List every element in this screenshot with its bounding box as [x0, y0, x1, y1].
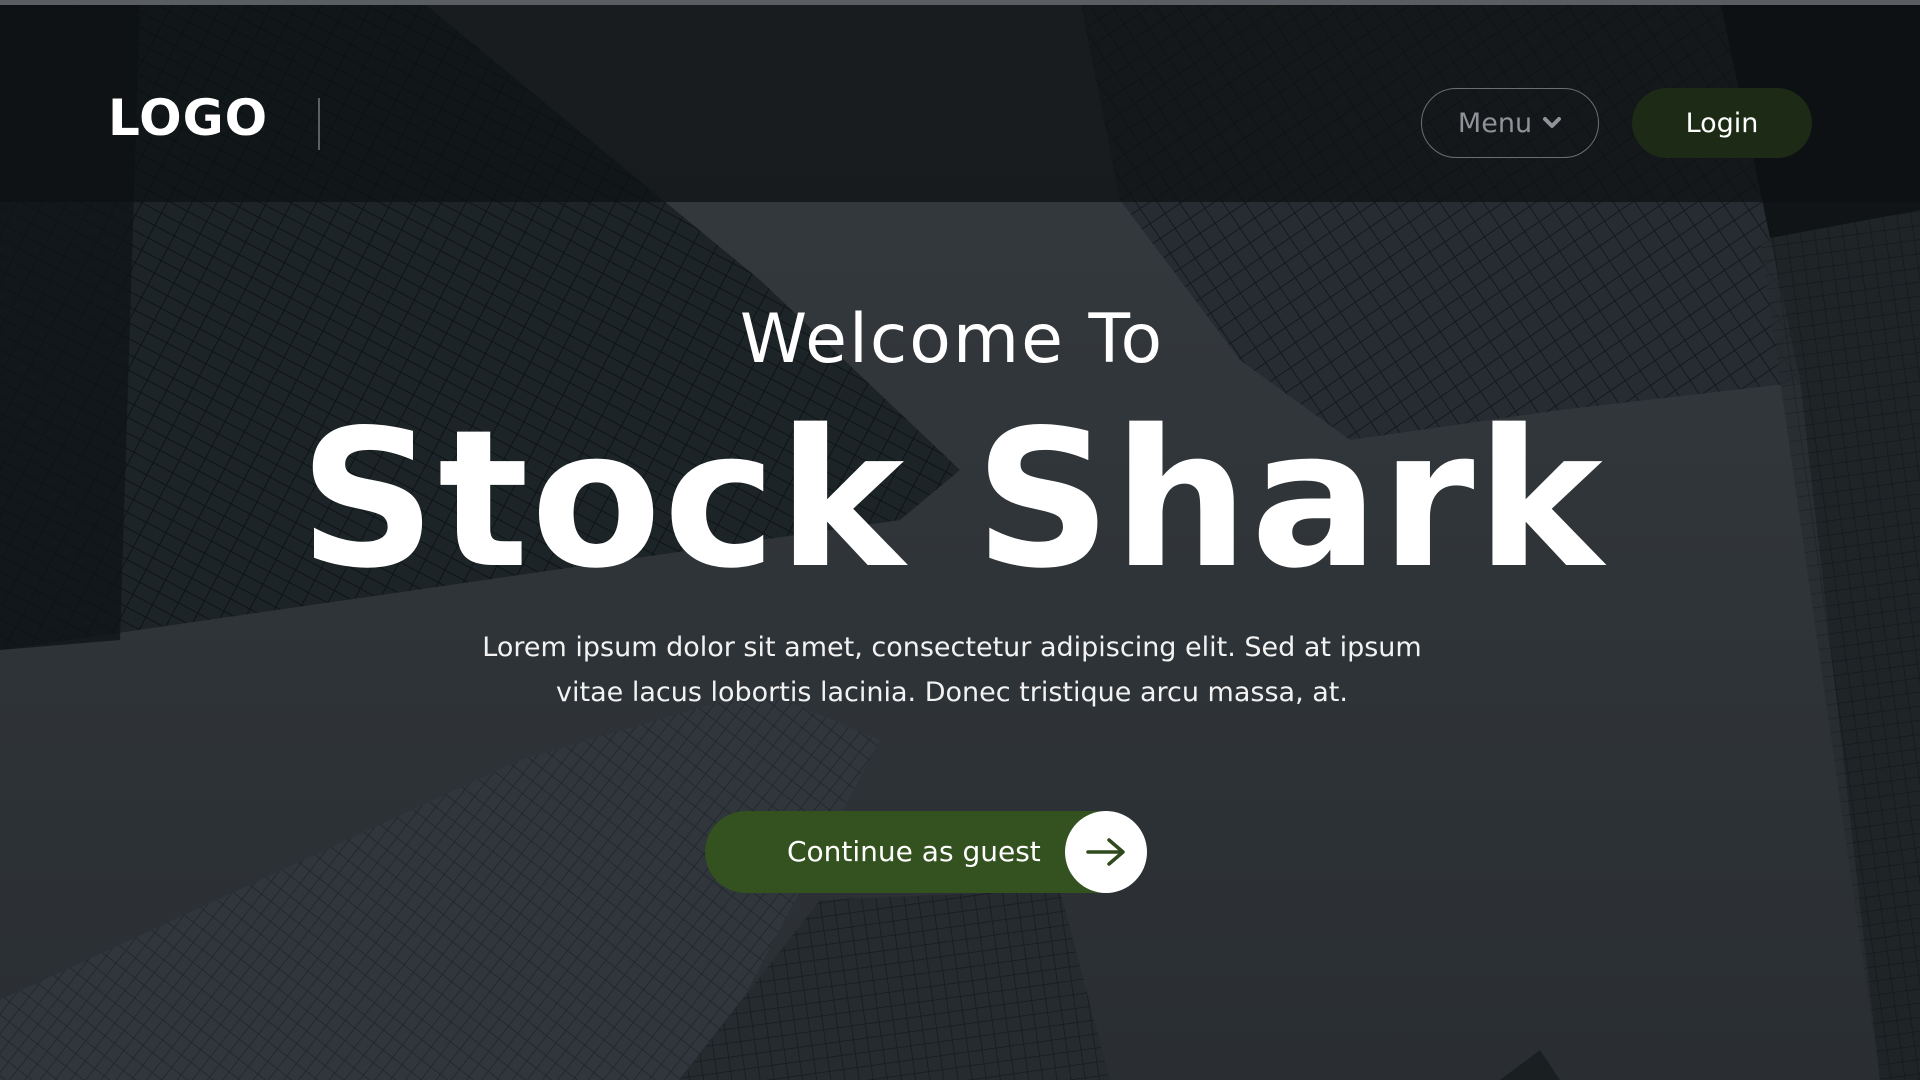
arrow-right-icon	[1086, 838, 1125, 866]
hero-description: Lorem ipsum dolor sit amet, consectetur …	[460, 625, 1444, 715]
menu-dropdown-button[interactable]: Menu	[1421, 88, 1599, 158]
continue-as-guest-button[interactable]: Continue as guest	[705, 811, 1147, 893]
top-navigation-bar	[0, 5, 1920, 202]
cta-arrow-circle[interactable]	[1065, 811, 1147, 893]
hero-description-line: vitae lacus lobortis lacinia. Donec tris…	[556, 677, 1348, 708]
logo[interactable]: LOGO	[108, 90, 268, 146]
logo-divider	[318, 98, 320, 150]
hero-description-line: Lorem ipsum dolor sit amet, consectetur …	[482, 632, 1422, 663]
continue-as-guest-label: Continue as guest	[787, 835, 1041, 868]
chevron-down-icon	[1543, 117, 1562, 128]
login-button[interactable]: Login	[1632, 88, 1812, 158]
welcome-heading: Welcome To	[739, 300, 1165, 379]
menu-button-label: Menu	[1457, 107, 1533, 139]
landing-page: LOGO Menu Login Welcome To Stock Shark L…	[0, 0, 1920, 1080]
hero-title: Stock Shark	[299, 389, 1605, 610]
